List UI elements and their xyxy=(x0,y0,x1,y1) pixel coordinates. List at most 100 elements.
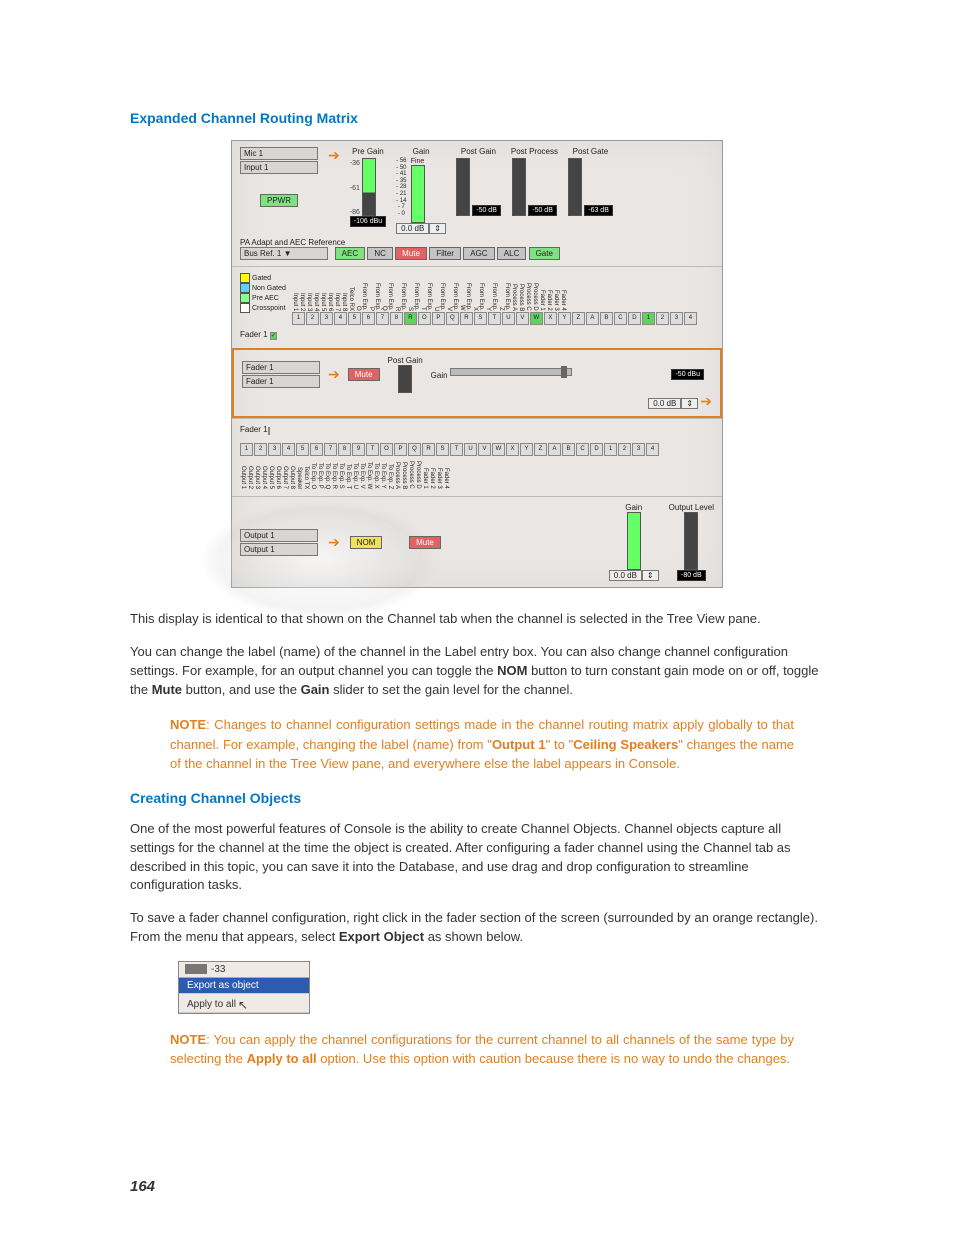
matrix-cell[interactable]: D xyxy=(590,443,603,456)
matrix-cell[interactable]: 3 xyxy=(320,312,333,325)
matrix-cell[interactable]: O xyxy=(418,312,431,325)
alc-button[interactable]: ALC xyxy=(497,247,527,260)
mute-button[interactable]: Mute xyxy=(395,247,427,260)
gate-button[interactable]: Gate xyxy=(529,247,560,260)
matrix-cell[interactable]: C xyxy=(576,443,589,456)
matrix-cell[interactable]: 3 xyxy=(632,443,645,456)
fader-name2[interactable]: Fader 1 xyxy=(242,375,320,388)
matrix-cell[interactable]: T xyxy=(366,443,379,456)
matrix-cell[interactable]: Z xyxy=(572,312,585,325)
matrix-cell[interactable]: S xyxy=(474,312,487,325)
fader-gain-label: Gain xyxy=(431,371,448,380)
fader-gain-spinner[interactable]: 0.0 dB xyxy=(648,398,681,409)
matrix-cell[interactable]: X xyxy=(544,312,557,325)
fine-meter[interactable] xyxy=(411,165,425,223)
output-gain-spinner[interactable]: 0.0 dB xyxy=(609,570,642,581)
output-level-readout: -80 dB xyxy=(677,570,706,581)
output-name1[interactable]: Output 1 xyxy=(240,529,318,542)
matrix-cell[interactable]: 6 xyxy=(310,443,323,456)
matrix-cell[interactable]: B xyxy=(562,443,575,456)
matrix-cell[interactable]: R xyxy=(404,312,417,325)
mic-label[interactable]: Mic 1 xyxy=(240,147,318,160)
matrix-col-label: Process B xyxy=(401,457,407,489)
matrix-cell[interactable]: W xyxy=(492,443,505,456)
agc-button[interactable]: AGC xyxy=(463,247,494,260)
menu-apply-to-all[interactable]: Apply to all↖ xyxy=(179,994,309,1013)
matrix-cell[interactable]: 7 xyxy=(324,443,337,456)
output-name2[interactable]: Output 1 xyxy=(240,543,318,556)
matrix-cell[interactable]: O xyxy=(380,443,393,456)
matrix-cell[interactable]: 1 xyxy=(292,312,305,325)
matrix-cell[interactable]: 4 xyxy=(684,312,697,325)
matrix-cell[interactable]: U xyxy=(464,443,477,456)
filter-button[interactable]: Filter xyxy=(429,247,461,260)
ppwr-button[interactable]: PPWR xyxy=(260,194,298,207)
matrix-cell[interactable]: U xyxy=(502,312,515,325)
matrix-cell[interactable]: Y xyxy=(558,312,571,325)
gain-spinner-arrows[interactable]: ⇕ xyxy=(429,223,446,234)
aec-button[interactable]: AEC xyxy=(335,247,365,260)
matrix-cell[interactable]: 9 xyxy=(352,443,365,456)
matrix-cell[interactable]: 4 xyxy=(646,443,659,456)
output-mute-button[interactable]: Mute xyxy=(409,536,441,549)
output-spinner-arrows[interactable]: ⇕ xyxy=(642,570,659,581)
matrix-cell[interactable]: D xyxy=(628,312,641,325)
matrix-cell[interactable]: 4 xyxy=(282,443,295,456)
matrix-cell[interactable]: 2 xyxy=(254,443,267,456)
matrix-cell[interactable]: S xyxy=(436,443,449,456)
matrix-cell[interactable]: R xyxy=(422,443,435,456)
output-level-label: Output Level xyxy=(669,503,714,512)
matrix-col-label: From Exp. W xyxy=(459,279,471,311)
menu-export-as-object[interactable]: Export as object xyxy=(179,978,309,994)
matrix2-row-label: Fader 1 xyxy=(240,425,268,434)
matrix-cell[interactable]: 5 xyxy=(296,443,309,456)
matrix-cell[interactable]: W xyxy=(530,312,543,325)
matrix2-row-checkbox[interactable] xyxy=(268,427,270,435)
matrix-cell[interactable]: 8 xyxy=(390,312,403,325)
matrix-cell[interactable]: X xyxy=(506,443,519,456)
matrix-cell[interactable]: Q xyxy=(408,443,421,456)
matrix-cell[interactable]: V xyxy=(478,443,491,456)
gain-spinner[interactable]: 0.0 dB xyxy=(396,223,429,234)
matrix-cell[interactable]: Y xyxy=(520,443,533,456)
matrix-cell[interactable]: 3 xyxy=(268,443,281,456)
matrix-cell[interactable]: Z xyxy=(534,443,547,456)
matrix-cell[interactable]: 2 xyxy=(618,443,631,456)
matrix-cell[interactable]: C xyxy=(614,312,627,325)
fader-name1[interactable]: Fader 1 xyxy=(242,361,320,374)
pregain-label: Pre Gain xyxy=(350,147,386,156)
gain-slider[interactable] xyxy=(450,368,572,376)
matrix-cell[interactable]: 8 xyxy=(338,443,351,456)
matrix-cell[interactable]: 7 xyxy=(376,312,389,325)
matrix-cell[interactable]: 6 xyxy=(362,312,375,325)
matrix-cell[interactable]: 1 xyxy=(604,443,617,456)
matrix-cell[interactable]: A xyxy=(586,312,599,325)
matrix-col-label: To Exp. X xyxy=(373,457,379,489)
matrix-col-label: To Exp. U xyxy=(352,457,358,489)
fader-row-checkbox[interactable]: ✓ xyxy=(270,332,277,340)
matrix-cell[interactable]: Q xyxy=(446,312,459,325)
fader-spinner-arrows[interactable]: ⇕ xyxy=(681,398,698,409)
output-gain-meter[interactable] xyxy=(627,512,641,570)
matrix-cell[interactable]: 2 xyxy=(656,312,669,325)
matrix-cell[interactable]: P xyxy=(432,312,445,325)
matrix-cell[interactable]: 4 xyxy=(334,312,347,325)
input-label[interactable]: Input 1 xyxy=(240,161,318,174)
matrix-cell[interactable]: T xyxy=(488,312,501,325)
matrix-cell[interactable]: P xyxy=(394,443,407,456)
nc-button[interactable]: NC xyxy=(367,247,393,260)
nom-button[interactable]: NOM xyxy=(350,536,383,549)
matrix-cell[interactable]: B xyxy=(600,312,613,325)
matrix-cell[interactable]: V xyxy=(516,312,529,325)
matrix-cell[interactable]: A xyxy=(548,443,561,456)
matrix-cell[interactable]: 2 xyxy=(306,312,319,325)
matrix-cell[interactable]: 3 xyxy=(670,312,683,325)
matrix-cell[interactable]: T xyxy=(450,443,463,456)
matrix-cell[interactable]: 1 xyxy=(240,443,253,456)
matrix-cell[interactable]: R xyxy=(460,312,473,325)
fader-mute-button[interactable]: Mute xyxy=(348,368,380,381)
matrix-cell[interactable]: 5 xyxy=(348,312,361,325)
aec-ref-select[interactable]: Bus Ref. 1 ▼ xyxy=(240,247,328,260)
input-matrix-panel: Gated Non Gated Pre AEC Crosspoint Input… xyxy=(232,266,722,348)
matrix-cell[interactable]: 1 xyxy=(642,312,655,325)
